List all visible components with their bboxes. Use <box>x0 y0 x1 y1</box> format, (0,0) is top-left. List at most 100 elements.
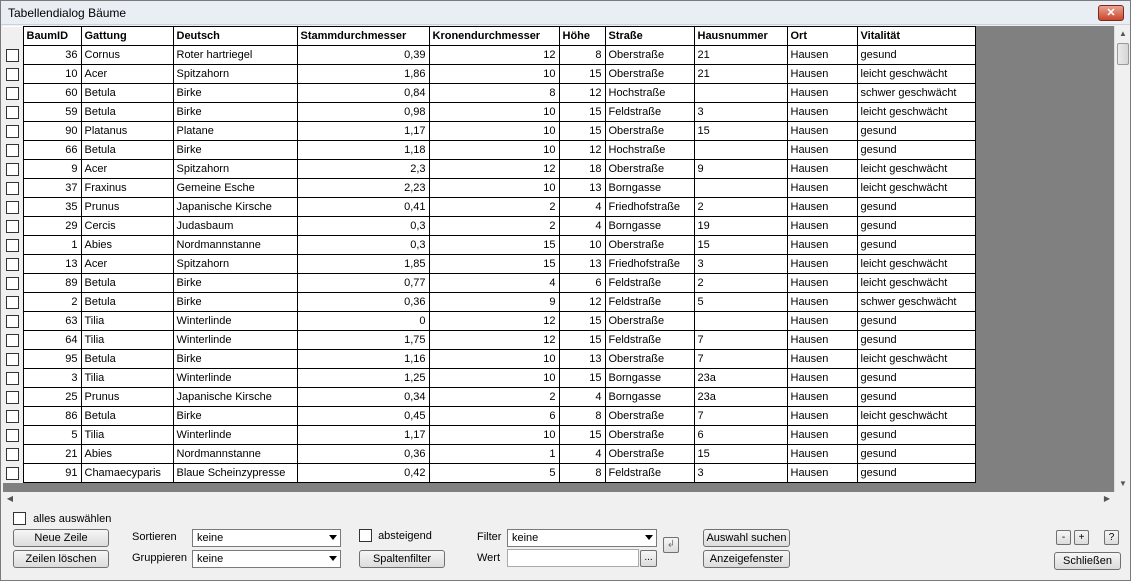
table-cell[interactable]: 1,17 <box>296 121 430 141</box>
table-cell[interactable]: 15 <box>428 235 560 255</box>
table-cell[interactable]: gesund <box>856 463 976 483</box>
table-cell[interactable]: 6 <box>428 406 560 426</box>
column-header[interactable]: Kronendurchmesser <box>428 26 560 46</box>
vertical-scrollbar[interactable]: ▲ ▼ <box>1114 26 1130 492</box>
row-select-cell[interactable] <box>3 254 23 274</box>
table-cell[interactable]: 0,41 <box>296 197 430 217</box>
table-cell[interactable]: Tilia <box>80 330 174 350</box>
table-cell[interactable]: 0,98 <box>296 102 430 122</box>
table-cell[interactable]: 21 <box>693 64 788 84</box>
table-cell[interactable]: 12 <box>558 83 606 103</box>
table-cell[interactable]: Borngasse <box>604 387 695 407</box>
table-cell[interactable]: 63 <box>22 311 82 331</box>
sort-select[interactable]: keine <box>192 529 341 547</box>
table-cell[interactable]: 15 <box>558 64 606 84</box>
table-cell[interactable]: gesund <box>856 330 976 350</box>
row-select-cell[interactable] <box>3 178 23 198</box>
table-cell[interactable]: schwer geschwächt <box>856 83 976 103</box>
table-cell[interactable]: 8 <box>558 406 606 426</box>
row-checkbox[interactable] <box>6 295 20 309</box>
table-cell[interactable]: Feldstraße <box>604 292 695 312</box>
table-cell[interactable]: Acer <box>80 254 174 274</box>
window-close-button[interactable]: ✕ <box>1098 5 1124 21</box>
table-cell[interactable]: Hausen <box>786 140 858 160</box>
table-cell[interactable]: 66 <box>22 140 82 160</box>
table-cell[interactable] <box>693 311 788 331</box>
table-cell[interactable]: 37 <box>22 178 82 198</box>
table-row[interactable]: 2 Betula Birke 0,36 9 12 Feldstraße 5 Hausen schw… <box>3 292 976 312</box>
select-all-checkbox-group[interactable]: alles auswählen <box>13 512 111 525</box>
table-cell[interactable]: gesund <box>856 425 976 445</box>
table-cell[interactable]: Oberstraße <box>604 349 695 369</box>
search-selection-button[interactable]: Auswahl suchen <box>703 529 790 547</box>
table-cell[interactable]: leicht geschwächt <box>856 178 976 198</box>
scroll-left-icon[interactable]: ◀ <box>3 492 17 506</box>
table-cell[interactable]: Winterlinde <box>172 425 298 445</box>
table-cell[interactable]: schwer geschwächt <box>856 292 976 312</box>
table-cell[interactable]: Acer <box>80 159 174 179</box>
table-cell[interactable]: 3 <box>693 463 788 483</box>
table-cell[interactable]: 8 <box>558 463 606 483</box>
table-cell[interactable]: 1,18 <box>296 140 430 160</box>
row-checkbox[interactable] <box>6 257 20 271</box>
table-cell[interactable]: Abies <box>80 444 174 464</box>
table-cell[interactable]: 9 <box>22 159 82 179</box>
horizontal-scrollbar[interactable]: ◀ ▶ <box>3 492 1114 506</box>
table-cell[interactable]: 3 <box>693 254 788 274</box>
table-cell[interactable]: 0,39 <box>296 45 430 65</box>
table-cell[interactable]: 3 <box>693 102 788 122</box>
table-cell[interactable]: 0,36 <box>296 292 430 312</box>
table-cell[interactable]: 2,3 <box>296 159 430 179</box>
table-cell[interactable]: 13 <box>558 349 606 369</box>
scroll-up-icon[interactable]: ▲ <box>1115 26 1131 42</box>
table-cell[interactable]: 15 <box>693 121 788 141</box>
table-cell[interactable]: Hausen <box>786 311 858 331</box>
table-cell[interactable] <box>693 178 788 198</box>
table-cell[interactable]: Hausen <box>786 235 858 255</box>
table-cell[interactable]: 8 <box>558 45 606 65</box>
table-cell[interactable]: Chamaecyparis <box>80 463 174 483</box>
table-cell[interactable]: Abies <box>80 235 174 255</box>
table-cell[interactable]: 91 <box>22 463 82 483</box>
display-window-button[interactable]: Anzeigefenster <box>703 550 790 568</box>
table-cell[interactable]: Platane <box>172 121 298 141</box>
table-cell[interactable]: 2 <box>693 273 788 293</box>
table-cell[interactable]: Hausen <box>786 45 858 65</box>
table-cell[interactable]: 10 <box>428 102 560 122</box>
table-cell[interactable]: Tilia <box>80 425 174 445</box>
table-cell[interactable]: Feldstraße <box>604 102 695 122</box>
table-cell[interactable]: 4 <box>558 216 606 236</box>
table-cell[interactable]: 15 <box>428 254 560 274</box>
row-checkbox[interactable] <box>6 67 20 81</box>
table-cell[interactable]: Hausen <box>786 425 858 445</box>
table-cell[interactable]: Prunus <box>80 387 174 407</box>
table-cell[interactable]: 1,16 <box>296 349 430 369</box>
table-cell[interactable]: Hausen <box>786 349 858 369</box>
column-header[interactable]: Gattung <box>80 26 174 46</box>
table-cell[interactable]: Hausen <box>786 387 858 407</box>
table-row[interactable]: 89 Betula Birke 0,77 4 6 Feldstraße 2 Hausen leic… <box>3 273 976 293</box>
table-row[interactable]: 3 Tilia Winterlinde 1,25 10 15 Borngasse 23a Hau… <box>3 368 976 388</box>
table-cell[interactable]: 9 <box>428 292 560 312</box>
table-cell[interactable]: Betula <box>80 83 174 103</box>
table-row[interactable]: 37 Fraxinus Gemeine Esche 2,23 10 13 Borngasse… <box>3 178 976 198</box>
column-header[interactable]: Hausnummer <box>693 26 788 46</box>
table-row[interactable]: 36 Cornus Roter hartriegel 0,39 12 8 Oberstraß… <box>3 45 976 65</box>
table-cell[interactable]: 5 <box>693 292 788 312</box>
table-cell[interactable]: Winterlinde <box>172 368 298 388</box>
row-select-cell[interactable] <box>3 102 23 122</box>
table-cell[interactable]: 18 <box>558 159 606 179</box>
table-cell[interactable]: Borngasse <box>604 178 695 198</box>
table-cell[interactable]: Spitzahorn <box>172 254 298 274</box>
row-checkbox[interactable] <box>6 428 20 442</box>
table-cell[interactable]: leicht geschwächt <box>856 273 976 293</box>
table-cell[interactable]: leicht geschwächt <box>856 254 976 274</box>
new-row-button[interactable]: Neue Zeile <box>13 529 109 547</box>
table-row[interactable]: 63 Tilia Winterlinde 0 12 15 Oberstraße Hausen g… <box>3 311 976 331</box>
table-cell[interactable]: Birke <box>172 349 298 369</box>
table-cell[interactable]: 5 <box>428 463 560 483</box>
table-cell[interactable]: 2 <box>428 216 560 236</box>
table-cell[interactable]: Gemeine Esche <box>172 178 298 198</box>
table-cell[interactable]: 10 <box>428 121 560 141</box>
table-cell[interactable]: 15 <box>558 368 606 388</box>
